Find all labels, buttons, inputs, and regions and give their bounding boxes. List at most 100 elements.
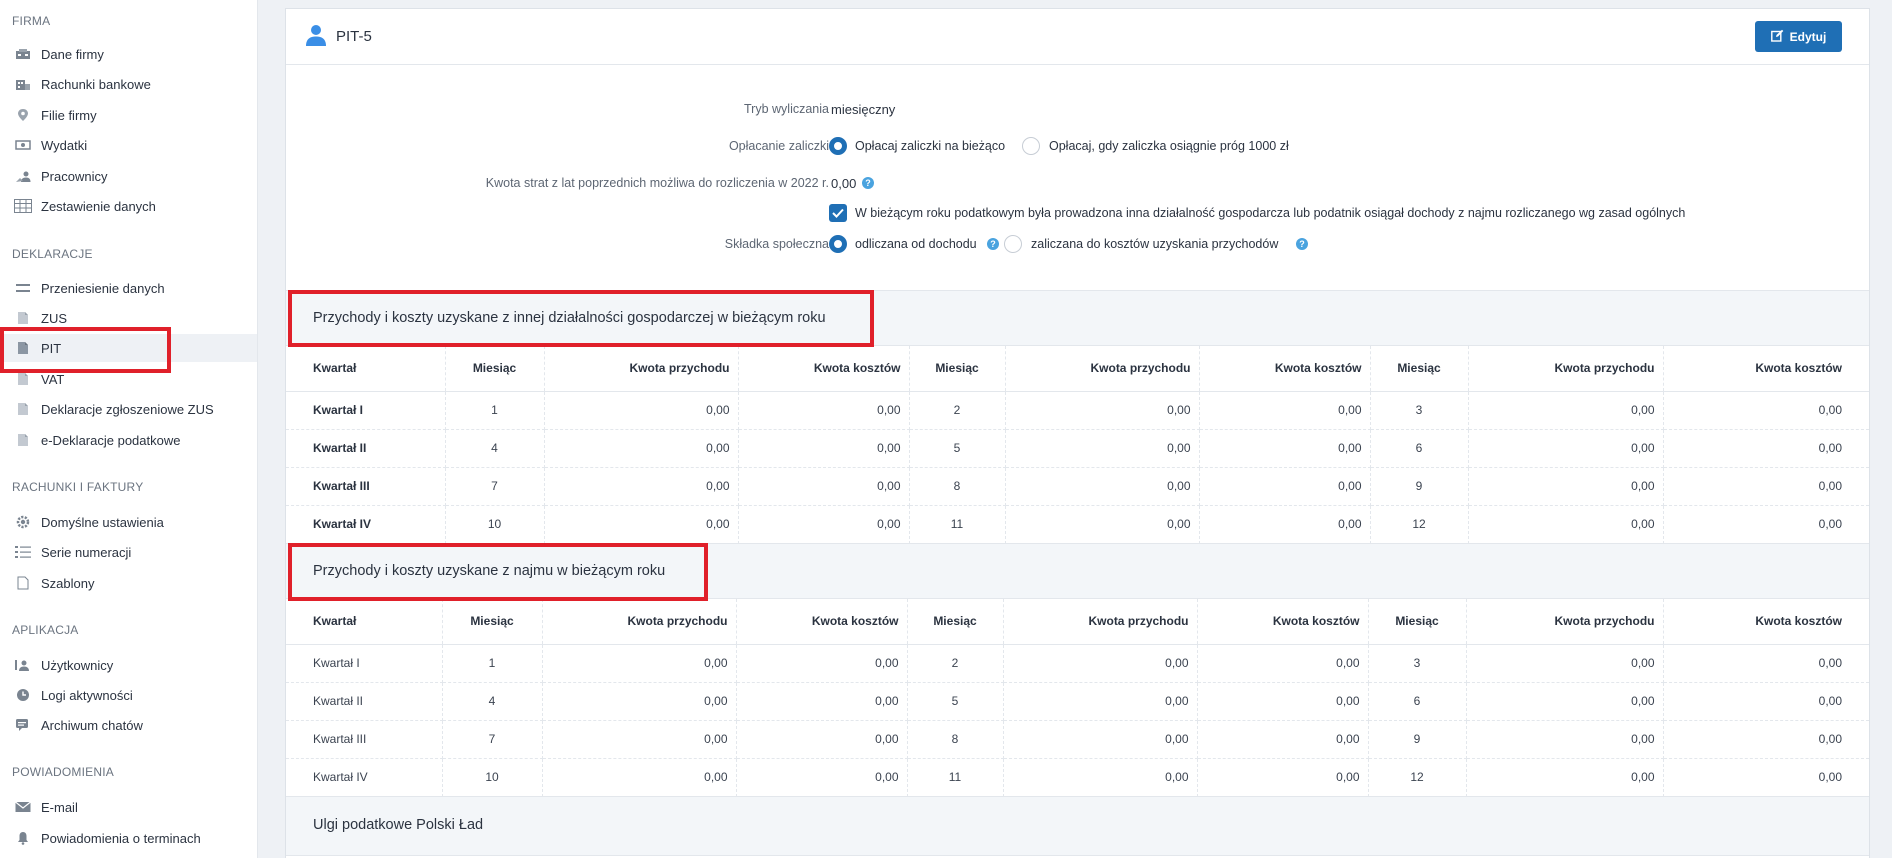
cell: 0,00: [738, 429, 910, 468]
document-icon: [14, 372, 32, 386]
cell: 9: [1370, 467, 1469, 506]
sidebar-item-serie-numeracji[interactable]: Serie numeracji: [0, 538, 257, 566]
inna-dzialalnosc-checkbox[interactable]: [829, 204, 847, 222]
col-header: Miesiąc: [1370, 346, 1469, 392]
cell: 0,00: [1468, 505, 1664, 544]
help-icon[interactable]: ?: [987, 238, 999, 250]
sidebar-item-label: Użytkownicy: [41, 657, 114, 673]
table-row: Kwartał IV 10 0,00 0,00 11 0,00 0,00 12 …: [286, 758, 1869, 797]
transfer-icon: [14, 281, 32, 295]
tryb-value: miesięczny: [831, 102, 896, 117]
edit-button[interactable]: Edytuj: [1755, 21, 1842, 52]
col-header: Kwota przychodu: [1005, 346, 1200, 392]
edit-button-label: Edytuj: [1789, 29, 1827, 44]
cell: 0,00: [1005, 505, 1200, 544]
skladka-radio-zaliczana[interactable]: [1004, 235, 1022, 253]
oplacanie-opt1-label: Opłacaj zaliczki na bieżąco: [855, 139, 1006, 153]
table-row: Kwartał I 1 0,00 0,00 2 0,00 0,00 3 0,00…: [286, 644, 1869, 683]
cell: 7: [442, 720, 543, 759]
section-title-powiadomienia: POWIADOMIENIA: [12, 765, 114, 779]
cell: 0,00: [1663, 758, 1869, 797]
cell: Kwartał III: [286, 467, 446, 506]
table-row: Kwartał II 4 0,00 0,00 5 0,00 0,00 6 0,0…: [286, 429, 1869, 468]
col-header: Kwota przychodu: [1468, 346, 1664, 392]
oplacanie-radio-prog[interactable]: [1022, 137, 1040, 155]
sidebar-item-dane-firmy[interactable]: Dane firmy: [0, 40, 257, 68]
oplacanie-radio-biezaco[interactable]: [829, 137, 847, 155]
section-title-deklaracje: DEKLARACJE: [12, 247, 93, 261]
cell: 3: [1368, 644, 1467, 683]
col-header: Kwota kosztów: [738, 346, 910, 392]
sidebar-item-domyslne-ustawienia[interactable]: Domyślne ustawienia: [0, 508, 257, 536]
cell: 5: [909, 429, 1006, 468]
sidebar-item-e-mail[interactable]: E-mail: [0, 793, 257, 821]
cell: 0,00: [736, 644, 908, 683]
sidebar-item-zestawienie-danych[interactable]: Zestawienie danych: [0, 192, 257, 220]
col-header: Kwota przychodu: [1466, 599, 1664, 645]
sidebar-item-filie-firmy[interactable]: Filie firmy: [0, 101, 257, 129]
table-row: Kwartał III 7 0,00 0,00 8 0,00 0,00 9 0,…: [286, 720, 1869, 759]
sidebar-item-deklaracje-zgloszeniowe-zus[interactable]: Deklaracje zgłoszeniowe ZUS: [0, 395, 257, 423]
cell: 0,00: [1466, 758, 1664, 797]
cell: 0,00: [542, 758, 737, 797]
help-icon[interactable]: ?: [862, 177, 874, 189]
sidebar-item-rachunki-bankowe[interactable]: Rachunki bankowe: [0, 70, 257, 98]
sidebar-item-wydatki[interactable]: Wydatki: [0, 131, 257, 159]
cell: 0,00: [1466, 644, 1664, 683]
cell: 0,00: [542, 644, 737, 683]
cell: 4: [445, 429, 545, 468]
cell: 0,00: [542, 720, 737, 759]
sidebar-item-archiwum-chatow[interactable]: Archiwum chatów: [0, 711, 257, 739]
sidebar-item-label: Rachunki bankowe: [41, 76, 151, 92]
sidebar-item-e-deklaracje-podatkowe[interactable]: e-Deklaracje podatkowe: [0, 426, 257, 454]
section-title-rachunki-i-faktury: RACHUNKI I FAKTURY: [12, 480, 144, 494]
cell: 0,00: [1663, 505, 1869, 544]
numbered-list-icon: [14, 545, 32, 559]
sidebar-item-pracownicy[interactable]: Pracownicy: [0, 162, 257, 190]
sidebar-item-label: Powiadomienia o terminach: [41, 830, 201, 846]
col-header: Kwota przychodu: [1003, 599, 1198, 645]
cell: 0,00: [1005, 467, 1200, 506]
cell: 0,00: [738, 505, 910, 544]
cell: 0,00: [1003, 644, 1198, 683]
table-inna-dzialalnosc: Kwartał Miesiąc Kwota przychodu Kwota ko…: [286, 346, 1869, 544]
skladka-radio-odliczana[interactable]: [829, 235, 847, 253]
straty-label: Kwota strat z lat poprzednich możliwa do…: [485, 176, 829, 190]
sidebar-item-label: Serie numeracji: [41, 544, 132, 560]
sidebar-item-label: Logi aktywności: [41, 687, 133, 703]
cell: 0,00: [1197, 720, 1369, 759]
cell: 8: [909, 467, 1006, 506]
sidebar-item-przeniesienie-danych[interactable]: Przeniesienie danych: [0, 274, 257, 302]
section-title-aplikacja: APLIKACJA: [12, 623, 79, 637]
cell: 0,00: [1466, 720, 1664, 759]
sidebar-item-zus[interactable]: ZUS: [0, 304, 257, 332]
table-row: Kwartał I 1 0,00 0,00 2 0,00 0,00 3 0,00…: [286, 391, 1869, 430]
table-icon: [14, 199, 32, 213]
cell: 0,00: [1663, 467, 1869, 506]
sidebar-item-szablony[interactable]: Szablony: [0, 569, 257, 597]
table-header-row: Kwartał Miesiąc Kwota przychodu Kwota ko…: [286, 346, 1869, 392]
col-header: Kwota kosztów: [736, 599, 908, 645]
table-row: Kwartał II 4 0,00 0,00 5 0,00 0,00 6 0,0…: [286, 682, 1869, 721]
sidebar-item-logi-aktywnosci[interactable]: Logi aktywności: [0, 681, 257, 709]
cell: 0,00: [1003, 720, 1198, 759]
sidebar-item-label: PIT: [41, 340, 62, 356]
help-icon[interactable]: ?: [1296, 238, 1308, 250]
mail-icon: [14, 800, 32, 814]
sidebar-item-label: E-mail: [41, 799, 78, 815]
section-header-inna-dzialalnosc: Przychody i koszty uzyskane z innej dzia…: [286, 290, 1869, 346]
sidebar-item-uzytkownicy[interactable]: Użytkownicy: [0, 651, 257, 679]
user-icon: [306, 24, 326, 49]
page-title: PIT-5: [336, 28, 372, 45]
cell: 10: [442, 758, 543, 797]
cell: 0,00: [1003, 758, 1198, 797]
sidebar-item-vat[interactable]: VAT: [0, 365, 257, 393]
document-icon: [14, 341, 32, 355]
cell: 0,00: [1663, 644, 1869, 683]
sidebar-item-powiadomienia-o-terminach[interactable]: Powiadomienia o terminach: [0, 824, 257, 852]
sidebar-item-pit[interactable]: PIT: [0, 334, 257, 362]
bank-icon: [14, 77, 32, 91]
table-header-row: Kwartał Miesiąc Kwota przychodu Kwota ko…: [286, 599, 1869, 645]
document-outline-icon: [14, 576, 32, 590]
sidebar-item-label: Zestawienie danych: [41, 198, 156, 214]
